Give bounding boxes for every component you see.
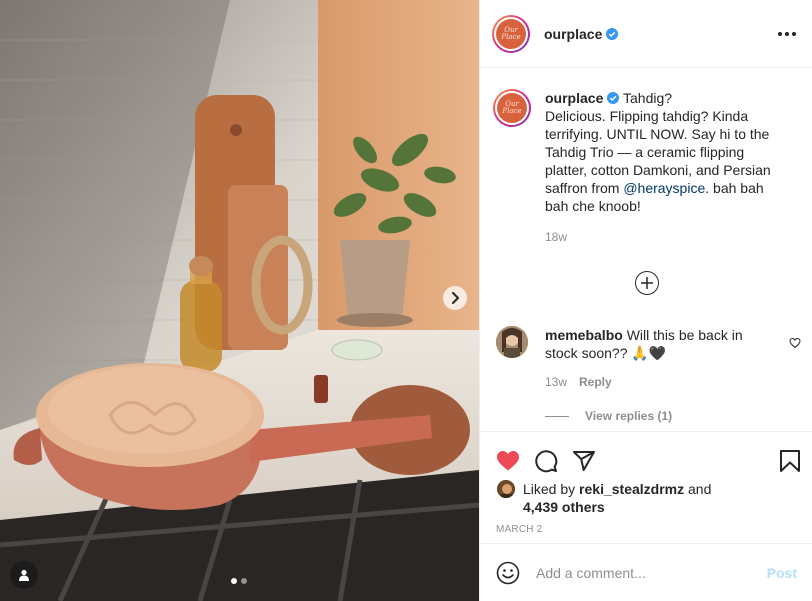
carousel-dot-active	[231, 578, 237, 584]
liker-avatar-image	[497, 480, 515, 498]
commenter-username[interactable]: memebalbo	[545, 327, 623, 343]
carousel-dot	[241, 578, 247, 584]
caption-text-title: Tahdig?	[623, 90, 673, 106]
likes-summary: Liked by reki_stealzdrmz and 4,439 other…	[480, 479, 812, 516]
heart-filled-icon	[497, 451, 519, 471]
post-caption: Our Place ourplace Tahdig? Delicious. Fl…	[480, 69, 812, 246]
post-comment-button[interactable]: Post	[767, 565, 797, 581]
liked-by-and: and	[688, 481, 712, 497]
verified-badge-icon	[606, 27, 619, 40]
likes-text: Liked by reki_stealzdrmz and 4,439 other…	[523, 480, 711, 516]
post-date[interactable]: MARCH 2	[480, 524, 812, 535]
caption-username[interactable]: ourplace	[545, 90, 620, 106]
emoji-smiley-icon	[496, 561, 520, 584]
paper-plane-icon	[573, 451, 595, 471]
comment-timestamp: 13w	[545, 375, 568, 389]
comments-section[interactable]: Our Place ourplace Tahdig? Delicious. Fl…	[480, 69, 812, 431]
post-image-scene	[0, 0, 479, 601]
caption-body: ourplace Tahdig? Delicious. Flipping tah…	[545, 89, 790, 246]
more-options-button[interactable]	[774, 26, 800, 42]
verified-badge-icon	[607, 92, 620, 104]
bookmark-icon	[780, 450, 800, 472]
emoji-picker-button[interactable]	[496, 561, 520, 585]
share-button[interactable]	[572, 449, 596, 473]
comment-bubble-icon	[535, 450, 558, 473]
post-actions: Liked by reki_stealzdrmz and 4,439 other…	[480, 431, 812, 535]
view-replies-divider	[545, 415, 569, 417]
liked-by-user[interactable]: reki_stealzdrmz	[579, 481, 684, 497]
carousel-indicator	[231, 578, 247, 584]
comment-body: memebalbo Will this be back in stock soo…	[545, 326, 765, 391]
view-replies-label: View replies (1)	[585, 409, 673, 423]
add-comment-bar: Post	[480, 543, 812, 601]
user-tag-button[interactable]	[10, 561, 38, 589]
action-icon-row	[480, 432, 812, 480]
more-options-icon	[778, 31, 782, 36]
caption-author-avatar[interactable]: Our Place	[493, 89, 531, 127]
commenter-avatar-image	[496, 326, 528, 358]
plus-circle-icon	[641, 277, 653, 289]
comment-input[interactable]	[536, 564, 767, 581]
save-button[interactable]	[779, 449, 801, 473]
comment-meta: 13w Reply	[545, 373, 765, 391]
post-header: Our Place ourplace	[480, 0, 812, 68]
likes-others-count[interactable]: 4,439 others	[523, 499, 605, 515]
caption-mention-link[interactable]: @herayspice	[623, 180, 705, 196]
liked-by-label: Liked by	[523, 481, 576, 497]
chevron-right-icon	[452, 292, 459, 304]
comment-item: memebalbo Will this be back in stock soo…	[496, 326, 801, 391]
load-more-comments-button[interactable]	[635, 271, 659, 295]
carousel-next-button[interactable]	[443, 286, 467, 310]
caption-timestamp: 18w	[545, 230, 568, 244]
post-photo[interactable]	[0, 0, 479, 601]
author-username[interactable]: ourplace	[544, 26, 619, 42]
comment-button[interactable]	[534, 449, 558, 473]
like-button[interactable]	[496, 449, 520, 473]
post-side-panel: Our Place ourplace Our Place ourplace Ta…	[479, 0, 812, 601]
view-replies-button[interactable]: View replies (1)	[545, 409, 672, 423]
comment-like-heart-icon[interactable]	[789, 337, 801, 349]
avatar-logo-text: Our Place	[496, 18, 526, 49]
reply-button[interactable]: Reply	[579, 373, 612, 391]
user-tag-icon	[19, 569, 29, 581]
author-avatar[interactable]: Our Place	[492, 14, 530, 53]
commenter-avatar[interactable]	[496, 326, 528, 358]
liker-avatar[interactable]	[496, 479, 516, 499]
